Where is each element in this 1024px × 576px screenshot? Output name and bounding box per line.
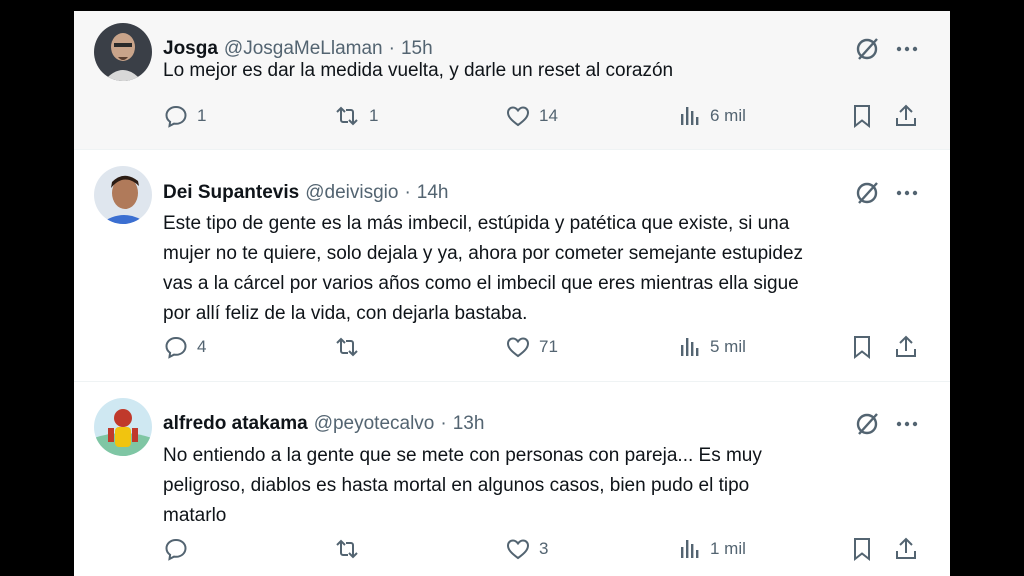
separator: · [404,182,411,203]
reply-icon [165,336,187,359]
like-icon [506,539,530,560]
author-name[interactable]: alfredo atakama [163,413,308,435]
reply-count: 4 [197,337,207,356]
retweet-button[interactable]: 1 [333,101,378,131]
tweet-actions: 4 71 5 mil [163,332,923,362]
views-icon [681,338,699,356]
like-icon [506,106,530,127]
views-button[interactable]: 6 mil [678,101,746,131]
views-button[interactable]: 5 mil [678,332,746,362]
grok-icon[interactable] [854,180,880,206]
like-button[interactable]: 14 [505,101,558,131]
reply-button[interactable]: 1 [163,101,206,131]
view-count: 1 mil [710,539,746,558]
like-count: 71 [539,337,558,356]
tweet-text-line: por allí feliz de la vida, con dejarla b… [163,303,528,324]
reply-icon [165,105,187,128]
bookmark-icon [854,538,870,562]
like-icon [506,337,530,358]
tweet-text-line: vas a la cárcel por varios años como el … [163,273,799,294]
share-icon [896,104,916,126]
grok-icon[interactable] [854,411,880,437]
tweet-text-line: Este tipo de gente es la más imbecil, es… [163,213,790,234]
reply-button[interactable]: 4 [163,332,206,362]
retweet-icon [336,337,358,357]
view-count: 6 mil [710,106,746,125]
separator: · [440,413,447,434]
bookmark-button[interactable] [850,101,874,131]
share-icon [896,335,916,357]
tweet[interactable]: Josga @JosgaMeLlaman · 15h Lo mejor es d… [74,11,950,150]
tweet-header: Dei Supantevis @deivisgio · 14h [163,180,448,206]
retweet-icon [336,539,358,559]
tweet[interactable]: alfredo atakama @peyotecalvo · 13h No en… [74,381,950,576]
tweet-text: No entiendo a la gente que se mete con p… [163,441,903,531]
views-button[interactable]: 1 mil [678,534,746,564]
avatar[interactable] [94,23,152,81]
share-icon [896,537,916,559]
author-handle[interactable]: @peyotecalvo [314,413,435,435]
tweet-text-line: Lo mejor es dar la medida vuelta, y darl… [163,60,674,81]
share-button[interactable] [893,332,919,362]
retweet-button[interactable] [333,332,369,362]
author-name[interactable]: Dei Supantevis [163,182,299,204]
tweet-text-line: mujer no te quiere, solo dejala y ya, ah… [163,243,804,264]
like-count: 3 [539,539,549,558]
author-handle[interactable]: @deivisgio [305,182,398,204]
retweet-button[interactable] [333,534,369,564]
tweet-header: alfredo atakama @peyotecalvo · 13h [163,411,484,437]
reply-icon [165,538,187,561]
bookmark-button[interactable] [850,534,874,564]
avatar[interactable] [94,398,152,456]
like-button[interactable]: 71 [505,332,558,362]
more-icon[interactable] [894,180,920,206]
tweet-actions: 3 1 mil [163,534,923,564]
more-icon[interactable] [894,411,920,437]
tweet-text-line: matarlo [163,505,227,526]
retweet-icon [336,106,358,126]
timestamp[interactable]: 13h [453,413,485,435]
tweet-text: Lo mejor es dar la medida vuelta, y darl… [163,56,903,86]
share-button[interactable] [893,534,919,564]
like-button[interactable]: 3 [505,534,548,564]
views-icon [681,107,699,125]
view-count: 5 mil [710,337,746,356]
reply-count: 1 [197,106,207,125]
tweet[interactable]: Dei Supantevis @deivisgio · 14h Este tip… [74,149,950,382]
tweet-text: Este tipo de gente es la más imbecil, es… [163,209,903,329]
bookmark-icon [854,336,870,360]
bookmark-icon [854,105,870,129]
bookmark-button[interactable] [850,332,874,362]
tweet-text-line: No entiendo a la gente que se mete con p… [163,445,762,466]
tweet-text-line: peligroso, diablos es hasta mortal en al… [163,475,750,496]
like-count: 14 [539,106,558,125]
views-icon [681,540,699,558]
reply-button[interactable] [163,534,197,564]
avatar[interactable] [94,166,152,224]
tweet-actions: 1 1 14 6 mil [163,101,923,131]
retweet-count: 1 [369,106,379,125]
share-button[interactable] [893,101,919,131]
reply-feed: Josga @JosgaMeLlaman · 15h Lo mejor es d… [74,11,950,576]
timestamp[interactable]: 14h [417,182,449,204]
